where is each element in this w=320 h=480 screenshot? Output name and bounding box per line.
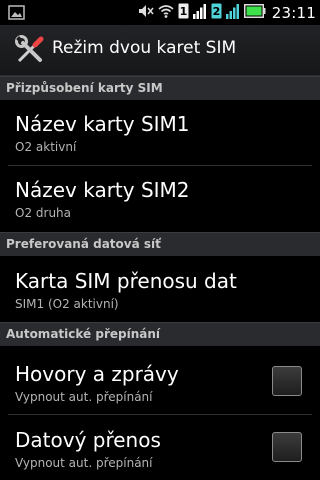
pref-title: Hovory a zprávy bbox=[15, 362, 179, 386]
section-header-preferred-data-network: Preferovaná datová síť bbox=[0, 232, 320, 256]
pref-summary: Vypnout aut. přepínání bbox=[15, 390, 153, 404]
pref-sim2-name[interactable]: Název karty SIM2 O2 druha bbox=[0, 166, 320, 232]
section-header-automatic-switching: Automatické přepínání bbox=[0, 322, 320, 346]
pref-title: Název karty SIM1 bbox=[15, 112, 190, 136]
pref-data-transfer[interactable]: Datový přenos Vypnout aut. přepínání bbox=[0, 415, 320, 480]
muted-icon bbox=[138, 3, 154, 23]
pref-sim1-name[interactable]: Název karty SIM1 O2 aktivní bbox=[0, 100, 320, 165]
svg-text:2: 2 bbox=[212, 5, 220, 18]
battery-icon bbox=[243, 3, 266, 22]
pref-summary: O2 aktivní bbox=[15, 140, 77, 154]
status-bar: 1 2 23:11 bbox=[0, 0, 320, 25]
section-header-label: Automatické přepínání bbox=[6, 327, 160, 341]
section-header-sim-customization: Přizpůsobení karty SIM bbox=[0, 76, 320, 100]
pref-summary: SIM1 (O2 aktivní) bbox=[15, 297, 119, 311]
sim2-badge: 2 bbox=[211, 3, 222, 23]
pref-title: Karta SIM přenosu dat bbox=[15, 269, 237, 293]
pref-data-sim[interactable]: Karta SIM přenosu dat SIM1 (O2 aktivní) bbox=[0, 256, 320, 322]
calls-messages-checkbox[interactable] bbox=[272, 366, 302, 396]
pref-calls-messages[interactable]: Hovory a zprávy Vypnout aut. přepínání bbox=[0, 346, 320, 414]
wifi-icon bbox=[158, 3, 174, 23]
data-transfer-checkbox[interactable] bbox=[272, 432, 302, 462]
image-notification-icon bbox=[8, 4, 25, 21]
title-bar: Režim dvou karet SIM bbox=[0, 25, 320, 76]
pref-title: Datový přenos bbox=[15, 428, 161, 452]
screen: 1 2 23:11 Režim dvou karet SIM Přizpůsob… bbox=[0, 0, 320, 480]
pref-summary: Vypnout aut. přepínání bbox=[15, 456, 153, 470]
section-header-label: Preferovaná datová síť bbox=[6, 237, 161, 251]
sim1-badge: 1 bbox=[178, 3, 189, 23]
sim2-signal-icon bbox=[225, 3, 240, 23]
svg-text:1: 1 bbox=[179, 5, 187, 18]
section-header-label: Přizpůsobení karty SIM bbox=[6, 81, 163, 95]
status-icons: 1 2 23:11 bbox=[138, 2, 316, 23]
clock-text: 23:11 bbox=[271, 3, 316, 22]
tools-icon bbox=[14, 34, 46, 66]
pref-title: Název karty SIM2 bbox=[15, 178, 190, 202]
sim1-signal-icon bbox=[192, 3, 207, 23]
pref-summary: O2 druha bbox=[15, 206, 72, 220]
screen-title: Režim dvou karet SIM bbox=[52, 38, 237, 58]
